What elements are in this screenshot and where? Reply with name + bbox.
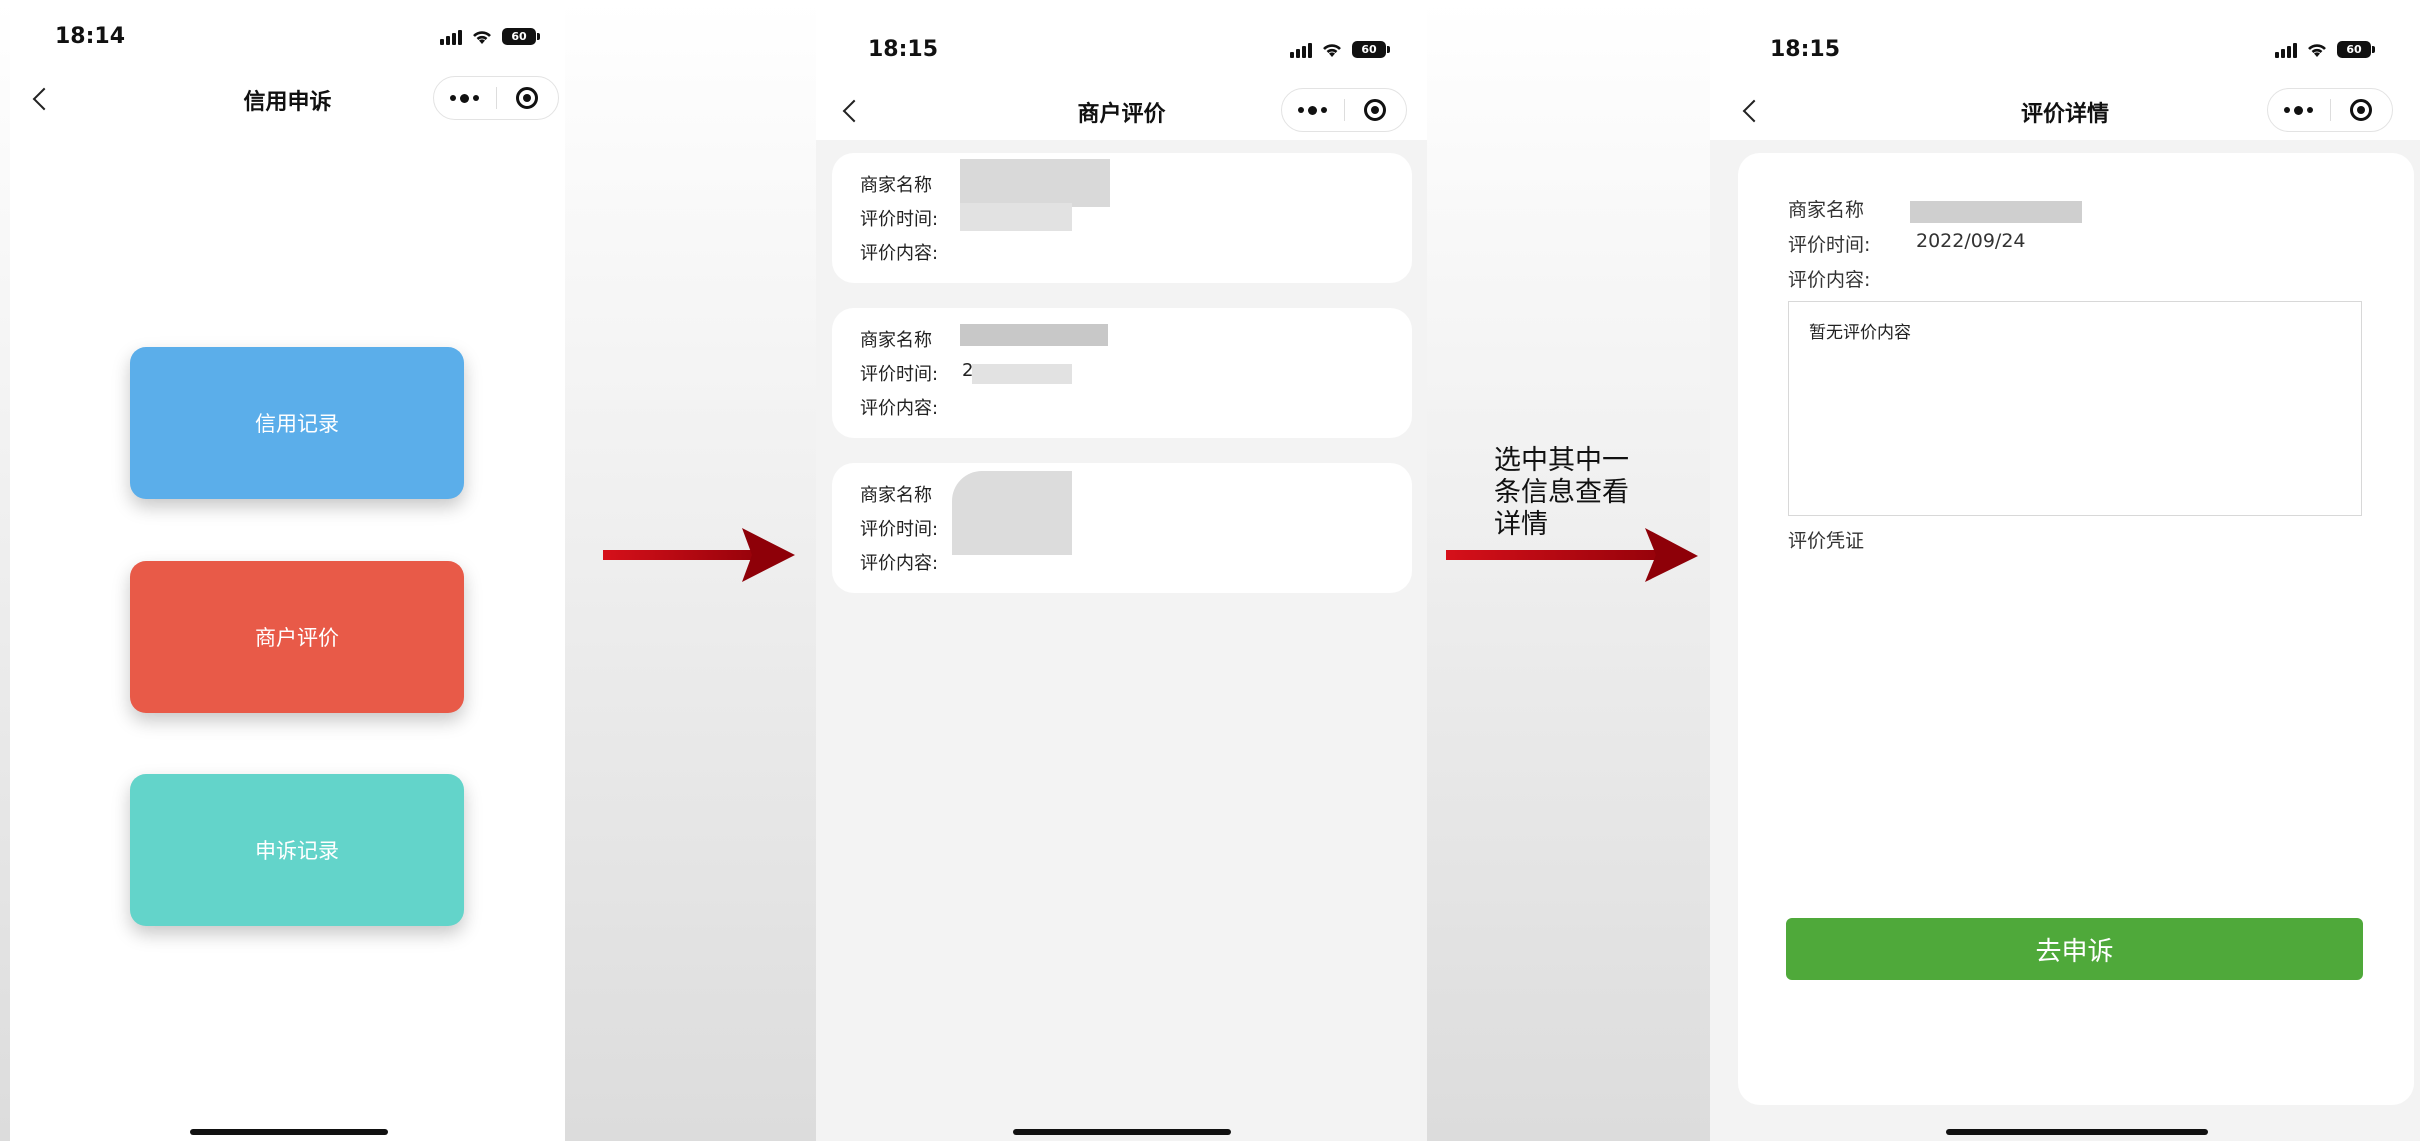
redacted-merchant-name bbox=[1910, 201, 2082, 223]
review-time-value: 2022/09/24 bbox=[1916, 230, 2026, 252]
credit-record-button[interactable]: 信用记录 bbox=[130, 347, 464, 499]
review-time-label: 评价时间: bbox=[860, 209, 939, 230]
merchant-name-label: 商家名称 bbox=[860, 485, 932, 506]
redacted-merchant-name bbox=[960, 324, 1108, 346]
signal-icon bbox=[1290, 42, 1312, 58]
review-card[interactable]: 商家名称 评价时间: 2 评价内容: bbox=[832, 308, 1412, 438]
battery-icon: 60 bbox=[502, 28, 540, 45]
review-time-label: 评价时间: bbox=[860, 519, 939, 540]
redacted-merchant-name bbox=[960, 159, 1110, 207]
merchant-name-label: 商家名称 bbox=[860, 330, 932, 351]
battery-icon: 60 bbox=[2337, 41, 2375, 58]
redacted-review-time bbox=[972, 364, 1072, 384]
flow-arrow-1 bbox=[603, 528, 795, 582]
merchant-name-label: 商家名称 bbox=[1788, 199, 1865, 221]
annotation-line: 详情 bbox=[1494, 509, 1548, 540]
review-time-label: 评价时间: bbox=[860, 364, 939, 385]
mini-program-capsule bbox=[2267, 88, 2393, 132]
status-time: 18:14 bbox=[55, 24, 126, 49]
close-mini-program-button[interactable] bbox=[1345, 89, 1407, 131]
signal-icon bbox=[2275, 42, 2297, 58]
annotation-line: 选中其中一 bbox=[1494, 445, 1629, 476]
wifi-icon bbox=[473, 30, 491, 44]
wifi-icon bbox=[2308, 43, 2326, 57]
review-content-label: 评价内容: bbox=[860, 553, 939, 574]
annotation-line: 条信息查看 bbox=[1494, 477, 1629, 508]
home-indicator bbox=[190, 1129, 388, 1135]
status-icons: 60 bbox=[2275, 41, 2375, 58]
status-time: 18:15 bbox=[1770, 37, 1841, 62]
battery-icon: 60 bbox=[1352, 41, 1390, 58]
more-icon bbox=[450, 93, 480, 103]
target-icon bbox=[2350, 99, 2373, 121]
redacted-review-time bbox=[960, 203, 1072, 231]
screen-review-detail: 18:15 60 评价详情 商家名称 评价时间: 2022/09/24 评价内容… bbox=[1710, 0, 2420, 1141]
review-time-label: 评价时间: bbox=[1788, 234, 1871, 256]
home-indicator bbox=[1946, 1129, 2208, 1135]
target-icon bbox=[516, 87, 539, 109]
more-icon bbox=[1298, 105, 1328, 115]
close-mini-program-button[interactable] bbox=[497, 77, 559, 119]
review-card[interactable]: 商家名称 评价时间: 评价内容: bbox=[832, 153, 1412, 283]
appeal-record-button[interactable]: 申诉记录 bbox=[130, 774, 464, 926]
review-content-box: 暂无评价内容 bbox=[1788, 301, 2362, 516]
more-icon bbox=[2284, 105, 2314, 115]
close-mini-program-button[interactable] bbox=[2331, 89, 2393, 131]
status-icons: 60 bbox=[440, 28, 540, 45]
wifi-icon bbox=[1323, 43, 1341, 57]
mini-program-capsule bbox=[1281, 88, 1407, 132]
more-button[interactable] bbox=[434, 77, 496, 119]
merchant-review-button[interactable]: 商户评价 bbox=[130, 561, 464, 713]
mini-program-capsule bbox=[433, 76, 559, 120]
review-content-label: 评价内容: bbox=[1788, 269, 1871, 291]
redacted-merchant-name bbox=[952, 471, 1072, 555]
review-card[interactable]: 商家名称 评价时间: 评价内容: bbox=[832, 463, 1412, 593]
status-icons: 60 bbox=[1290, 41, 1390, 58]
status-time: 18:15 bbox=[868, 37, 939, 62]
appeal-button[interactable]: 去申诉 bbox=[1786, 918, 2363, 980]
home-indicator bbox=[1013, 1129, 1231, 1135]
signal-icon bbox=[440, 29, 462, 45]
detail-card: 商家名称 评价时间: 2022/09/24 评价内容: 暂无评价内容 评价凭证 … bbox=[1738, 153, 2414, 1105]
review-content-label: 评价内容: bbox=[860, 398, 939, 419]
review-proof-label: 评价凭证 bbox=[1788, 530, 1865, 552]
more-button[interactable] bbox=[2268, 89, 2330, 131]
merchant-name-label: 商家名称 bbox=[860, 175, 932, 196]
flow-annotation: 选中其中一 条信息查看 详情 bbox=[1494, 445, 1629, 541]
screen-credit-appeal: 18:14 60 信用申诉 信用记录 商户评价 申诉记录 bbox=[10, 0, 565, 1141]
target-icon bbox=[1364, 99, 1387, 121]
more-button[interactable] bbox=[1282, 89, 1344, 131]
review-content-label: 评价内容: bbox=[860, 243, 939, 264]
review-content-text: 暂无评价内容 bbox=[1809, 323, 1911, 343]
